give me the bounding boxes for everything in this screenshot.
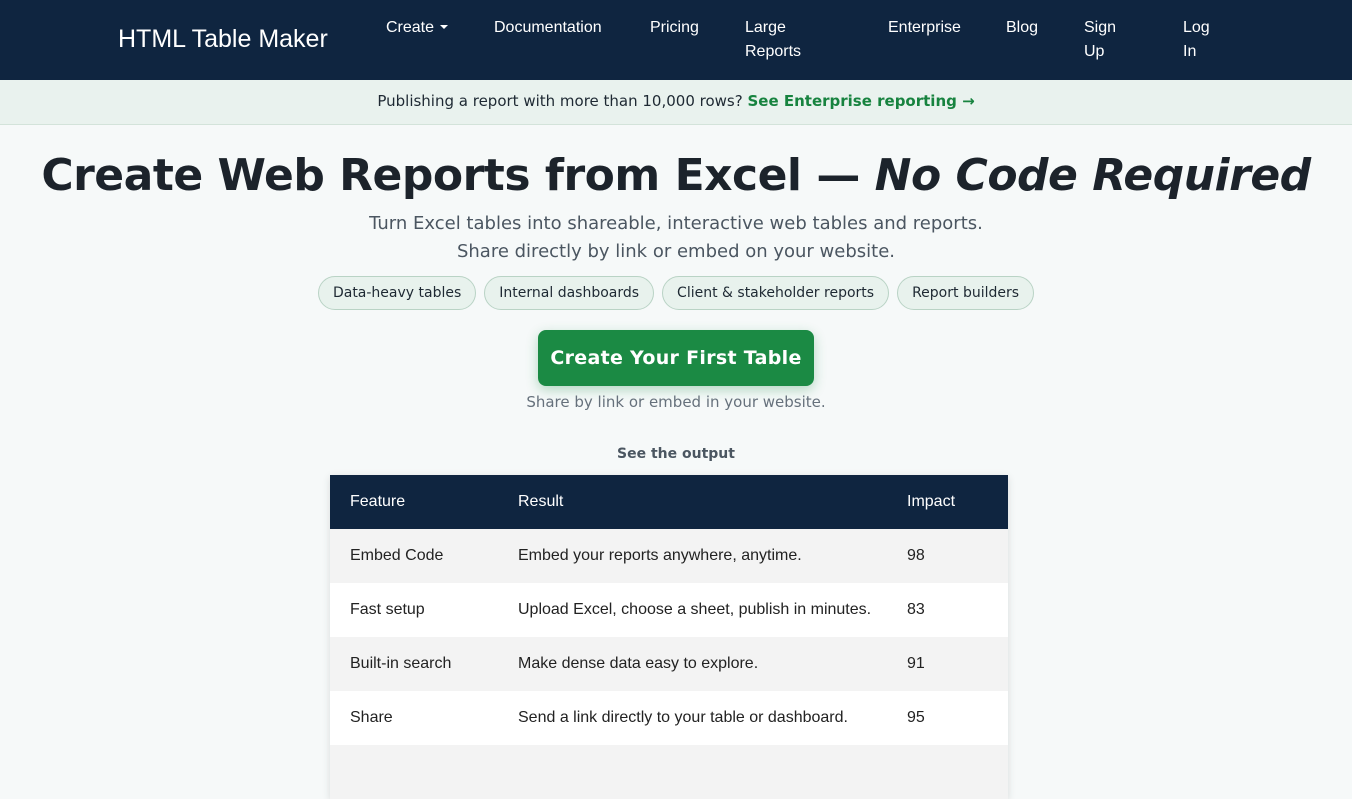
nav-log-in-link[interactable]: Log In [1183, 16, 1213, 64]
chip-report-builders: Report builders [897, 276, 1035, 310]
hero-subtitle: Turn Excel tables into shareable, intera… [369, 213, 983, 262]
cell-impact: 98 [907, 547, 925, 564]
column-header-impact: Impact [907, 493, 956, 510]
cell-impact: 95 [907, 709, 925, 726]
cell-impact [887, 745, 1008, 799]
nav-sign-up-link[interactable]: Sign Up [1084, 16, 1124, 64]
column-header-result: Result [518, 493, 564, 510]
cell-result: Embed your reports anywhere, anytime. [518, 547, 802, 564]
cell-feature: Fast setup [350, 601, 425, 618]
cell-feature: Share [350, 709, 393, 726]
cta-note: Share by link or embed in your website. [526, 393, 826, 411]
cell-impact: 83 [907, 601, 925, 618]
cell-result: Send a link directly to your table or da… [518, 709, 848, 726]
caret-down-icon [440, 25, 449, 29]
table-header-row: Feature Result Impact [330, 475, 1008, 529]
sample-output-table: Feature Result Impact Embed Code Embed y… [330, 475, 1008, 799]
table-row: Fast setup Upload Excel, choose a sheet,… [330, 583, 1008, 637]
nav-enterprise-link[interactable]: Enterprise [888, 16, 961, 40]
page-title: Create Web Reports from Excel — No Code … [0, 148, 1352, 204]
title-emphasis: No Code Required [874, 150, 1312, 201]
cell-feature: Embed Code [350, 547, 444, 564]
cell-result: Make dense data easy to explore. [518, 655, 759, 672]
create-first-table-button[interactable]: Create Your First Table [538, 330, 814, 386]
chip-data-heavy-tables: Data-heavy tables [317, 276, 477, 310]
top-navbar: HTML Table Maker Create Documentation Pr… [0, 0, 1352, 80]
nav-large-reports-link[interactable]: Large Reports [745, 16, 815, 64]
table-row: Share Send a link directly to your table… [330, 691, 1008, 745]
nav-blog-link[interactable]: Blog [1006, 16, 1038, 40]
table-row [330, 745, 1008, 799]
cell-impact: 91 [907, 655, 925, 672]
column-header-feature: Feature [350, 493, 406, 510]
banner-enterprise-link[interactable]: See Enterprise reporting → [747, 92, 974, 110]
nav-create-dropdown[interactable]: Create [386, 16, 449, 40]
cell-feature [330, 745, 498, 799]
chip-client-reports: Client & stakeholder reports [662, 276, 890, 310]
cell-feature: Built-in search [350, 655, 452, 672]
enterprise-banner: Publishing a report with more than 10,00… [0, 80, 1352, 125]
nav-create-label: Create [386, 19, 435, 36]
nav-pricing-link[interactable]: Pricing [650, 16, 699, 40]
table-row: Embed Code Embed your reports anywhere, … [330, 529, 1008, 583]
nav-documentation-link[interactable]: Documentation [494, 16, 602, 40]
output-label: See the output [617, 446, 735, 462]
cell-result [498, 745, 887, 799]
table-row: Built-in search Make dense data easy to … [330, 637, 1008, 691]
title-main: Create Web Reports from Excel — [41, 150, 875, 201]
use-case-chips: Data-heavy tables Internal dashboards Clie… [0, 276, 1352, 310]
chip-internal-dashboards: Internal dashboards [484, 276, 655, 310]
brand-logo-text[interactable]: HTML Table Maker [118, 24, 328, 54]
banner-text: Publishing a report with more than 10,00… [377, 92, 743, 110]
cell-result: Upload Excel, choose a sheet, publish in… [518, 601, 872, 618]
